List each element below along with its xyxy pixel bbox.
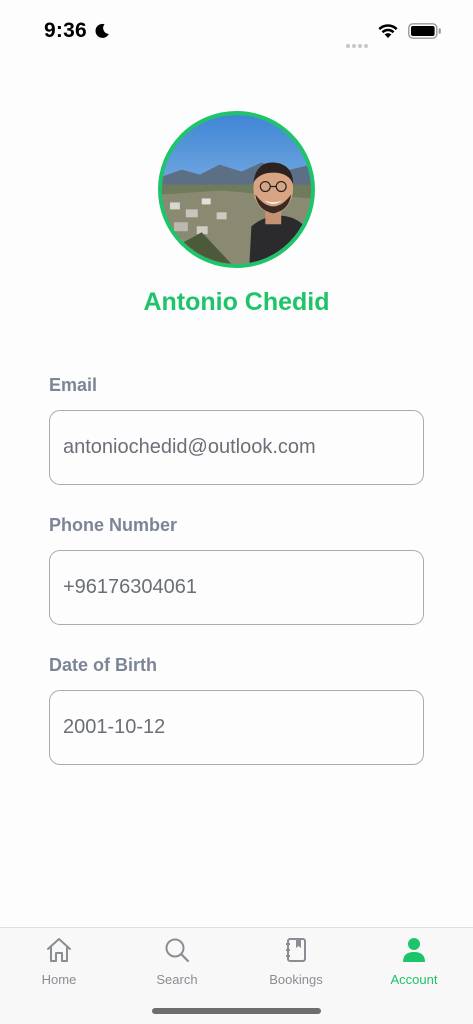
dob-label: Date of Birth bbox=[49, 655, 157, 675]
status-time: 9:36 bbox=[44, 19, 87, 42]
account-screen: 9:36 Antonio Chedid Email antoniochedid@… bbox=[0, 0, 473, 1024]
phone-input[interactable] bbox=[63, 576, 410, 599]
profile-name: Antonio Chedid bbox=[143, 288, 330, 316]
account-icon bbox=[403, 938, 425, 962]
tab-home[interactable]: Home bbox=[9, 936, 109, 992]
tab-account-label: Account bbox=[390, 972, 438, 987]
tab-bookings-label: Bookings bbox=[269, 972, 323, 987]
email-input[interactable] bbox=[63, 436, 410, 459]
tab-home-label: Home bbox=[41, 972, 77, 987]
status-bar: 9:36 bbox=[0, 0, 473, 60]
phone-label: Phone Number bbox=[49, 515, 178, 535]
search-icon bbox=[165, 938, 190, 963]
dob-field[interactable] bbox=[49, 690, 424, 765]
bookings-icon bbox=[286, 938, 306, 962]
tab-account[interactable]: Account bbox=[364, 936, 464, 992]
home-indicator bbox=[152, 1008, 321, 1014]
tab-search[interactable]: Search bbox=[127, 936, 227, 992]
profile-avatar[interactable] bbox=[158, 111, 315, 268]
email-field[interactable] bbox=[49, 410, 424, 485]
wifi-icon bbox=[378, 24, 398, 38]
email-label: Email bbox=[49, 375, 98, 395]
signal-dots-icon bbox=[346, 35, 370, 48]
tab-search-label: Search bbox=[156, 972, 198, 987]
home-icon bbox=[47, 938, 71, 962]
tab-bookings[interactable]: Bookings bbox=[246, 936, 346, 992]
avatar-photo bbox=[162, 115, 311, 264]
moon-icon bbox=[95, 23, 109, 38]
phone-field[interactable] bbox=[49, 550, 424, 625]
battery-icon bbox=[408, 23, 441, 39]
dob-input[interactable] bbox=[63, 716, 410, 739]
